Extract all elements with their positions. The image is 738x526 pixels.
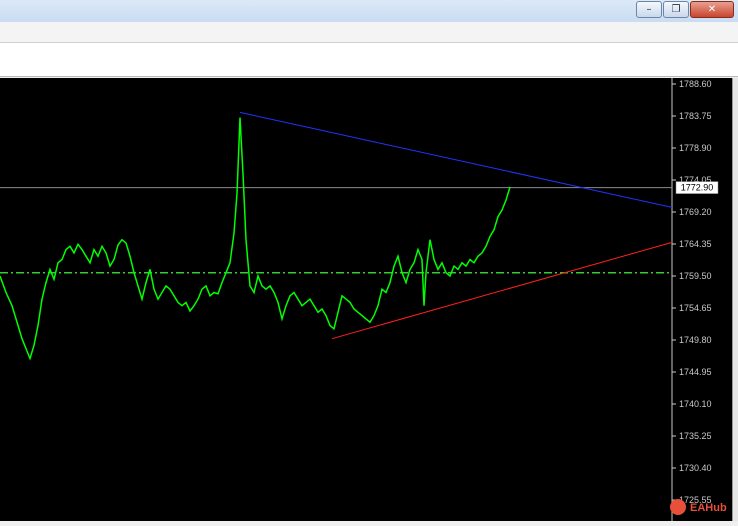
minimize-icon: – (646, 4, 652, 15)
close-icon: ✕ (707, 4, 717, 15)
restore-icon: ❐ (671, 4, 681, 15)
price-label: 1749.80 (679, 335, 712, 345)
menu-band (0, 22, 738, 43)
price-line (0, 117, 511, 361)
window-right-edge (732, 78, 738, 521)
close-button[interactable]: ✕ (690, 1, 734, 18)
price-label: 1759.50 (679, 271, 712, 281)
window-controls: – ❐ ✕ (636, 1, 734, 18)
price-label: 1764.35 (679, 239, 712, 249)
price-label: 1735.25 (679, 431, 712, 441)
price-label: 1778.90 (679, 143, 712, 153)
eahub-logo-icon (670, 499, 686, 515)
price-chart[interactable]: 1788.60 1783.75 1778.90 1774.05 1769.20 1764.… (0, 78, 732, 521)
chart-canvas[interactable]: 1788.601783.751778.901774.051769.201764.… (0, 78, 732, 521)
price-label: 1769.20 (679, 207, 712, 217)
restore-button[interactable]: ❐ (663, 1, 689, 18)
current-price-tag: 1772.90 (675, 181, 719, 194)
current-price-label: 1772.90 (681, 183, 714, 193)
price-label: 1744.95 (679, 367, 712, 377)
upper-trendline[interactable] (239, 111, 673, 208)
price-label: 1788.60 (679, 79, 712, 89)
price-axis-labels: 1788.601783.751778.901774.051769.201764.… (672, 79, 712, 505)
watermark-text: EAHub (690, 502, 727, 514)
price-label: 1754.65 (679, 303, 712, 313)
price-label: 1740.10 (679, 399, 712, 409)
minimize-button[interactable]: – (636, 1, 662, 18)
price-label: 1783.75 (679, 111, 712, 121)
eahub-watermark: EAHub (670, 499, 727, 515)
window-titlebar: – ❐ ✕ (0, 0, 738, 23)
toolbar-area (0, 43, 738, 77)
price-label: 1730.40 (679, 463, 712, 473)
